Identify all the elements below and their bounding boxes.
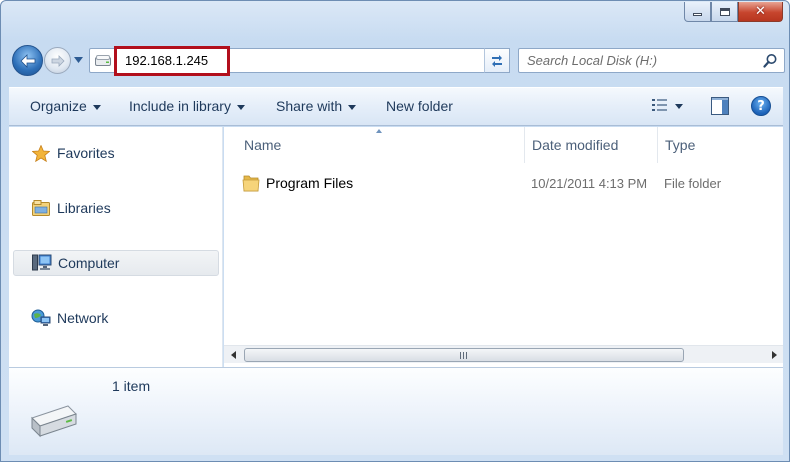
refresh-button[interactable] <box>484 48 510 73</box>
search-box[interactable] <box>518 48 785 73</box>
organize-label: Organize <box>30 98 87 114</box>
refresh-icon <box>492 54 502 67</box>
back-arrow-icon <box>19 53 35 68</box>
share-with-label: Share with <box>276 98 343 114</box>
chevron-down-icon <box>74 57 83 63</box>
forward-arrow-icon <box>51 54 65 67</box>
scrollbar-thumb[interactable] <box>244 348 684 362</box>
table-row[interactable]: Program Files 10/21/2011 4:13 PM File fo… <box>238 171 778 195</box>
include-in-library-menu[interactable]: Include in library <box>129 98 245 114</box>
recent-pages-dropdown[interactable] <box>73 55 84 65</box>
details-pane: 1 item <box>9 367 783 455</box>
close-icon: ✕ <box>755 4 766 19</box>
column-divider[interactable] <box>657 127 658 163</box>
search-icon[interactable] <box>763 53 778 68</box>
scroll-left-icon[interactable] <box>231 351 236 359</box>
grip-icon <box>460 351 468 359</box>
preview-pane-icon <box>711 97 729 115</box>
file-type: File folder <box>664 176 722 191</box>
back-button[interactable] <box>12 45 43 76</box>
close-button[interactable]: ✕ <box>738 2 783 22</box>
sidebar-item-label: Favorites <box>57 145 115 161</box>
maximize-button[interactable] <box>711 2 738 22</box>
chevron-down-icon <box>236 104 245 110</box>
file-list: Name Date modified Type Program Files 10… <box>224 127 783 367</box>
sidebar-item-computer[interactable]: Computer <box>13 250 219 276</box>
sidebar-item-favorites[interactable]: Favorites <box>13 140 219 166</box>
navigation-pane: Favorites Libraries Computer Network <box>9 127 223 367</box>
forward-button[interactable] <box>44 47 71 74</box>
minimize-icon <box>693 13 702 16</box>
computer-icon <box>32 254 52 272</box>
help-button[interactable]: ? <box>751 96 771 116</box>
change-view-button[interactable] <box>652 98 683 112</box>
address-bar[interactable]: 192.168.1.245 <box>89 46 510 76</box>
address-highlight: 192.168.1.245 <box>114 46 230 76</box>
preview-pane-button[interactable] <box>711 97 729 118</box>
drive-icon <box>95 55 111 66</box>
new-folder-label: New folder <box>386 98 453 114</box>
column-header-name[interactable]: Name <box>244 137 281 153</box>
chevron-down-icon <box>348 104 357 110</box>
network-icon <box>31 309 51 327</box>
sidebar-item-label: Libraries <box>57 200 111 216</box>
sidebar-item-network[interactable]: Network <box>13 305 219 331</box>
folder-icon <box>242 175 260 192</box>
column-header-type[interactable]: Type <box>665 137 695 153</box>
column-divider[interactable] <box>524 127 525 163</box>
drive-icon <box>31 405 77 438</box>
include-in-library-label: Include in library <box>129 98 231 114</box>
view-details-icon <box>652 99 667 111</box>
address-text[interactable]: 192.168.1.245 <box>125 53 208 68</box>
scroll-right-icon[interactable] <box>772 351 777 359</box>
organize-menu[interactable]: Organize <box>30 98 101 114</box>
navigation-bar: 192.168.1.245 <box>9 41 785 81</box>
sidebar-item-label: Network <box>57 310 109 326</box>
sidebar-item-libraries[interactable]: Libraries <box>13 195 219 221</box>
chevron-down-icon <box>675 103 683 109</box>
libraries-icon <box>31 199 51 217</box>
window-caption-buttons: ✕ <box>684 2 783 22</box>
horizontal-scrollbar[interactable] <box>224 345 783 363</box>
star-icon <box>31 144 51 162</box>
new-folder-button[interactable]: New folder <box>386 98 453 114</box>
column-header-date-modified[interactable]: Date modified <box>532 137 618 153</box>
command-bar: Organize Include in library Share with N… <box>9 87 783 126</box>
minimize-button[interactable] <box>684 2 711 22</box>
maximize-icon <box>719 7 730 16</box>
search-input[interactable] <box>527 49 757 72</box>
explorer-window: ✕ 192.168.1.245 Search Local Disk (H:) O… <box>0 0 790 462</box>
file-name: Program Files <box>266 175 354 191</box>
item-count: 1 item <box>112 378 151 394</box>
sidebar-item-label: Computer <box>58 255 120 271</box>
sort-ascending-icon <box>376 129 382 133</box>
help-icon: ? <box>757 98 765 114</box>
file-date-modified: 10/21/2011 4:13 PM <box>531 176 648 191</box>
share-with-menu[interactable]: Share with <box>276 98 357 114</box>
chevron-down-icon <box>92 104 101 110</box>
column-headers: Name Date modified Type <box>224 127 783 163</box>
